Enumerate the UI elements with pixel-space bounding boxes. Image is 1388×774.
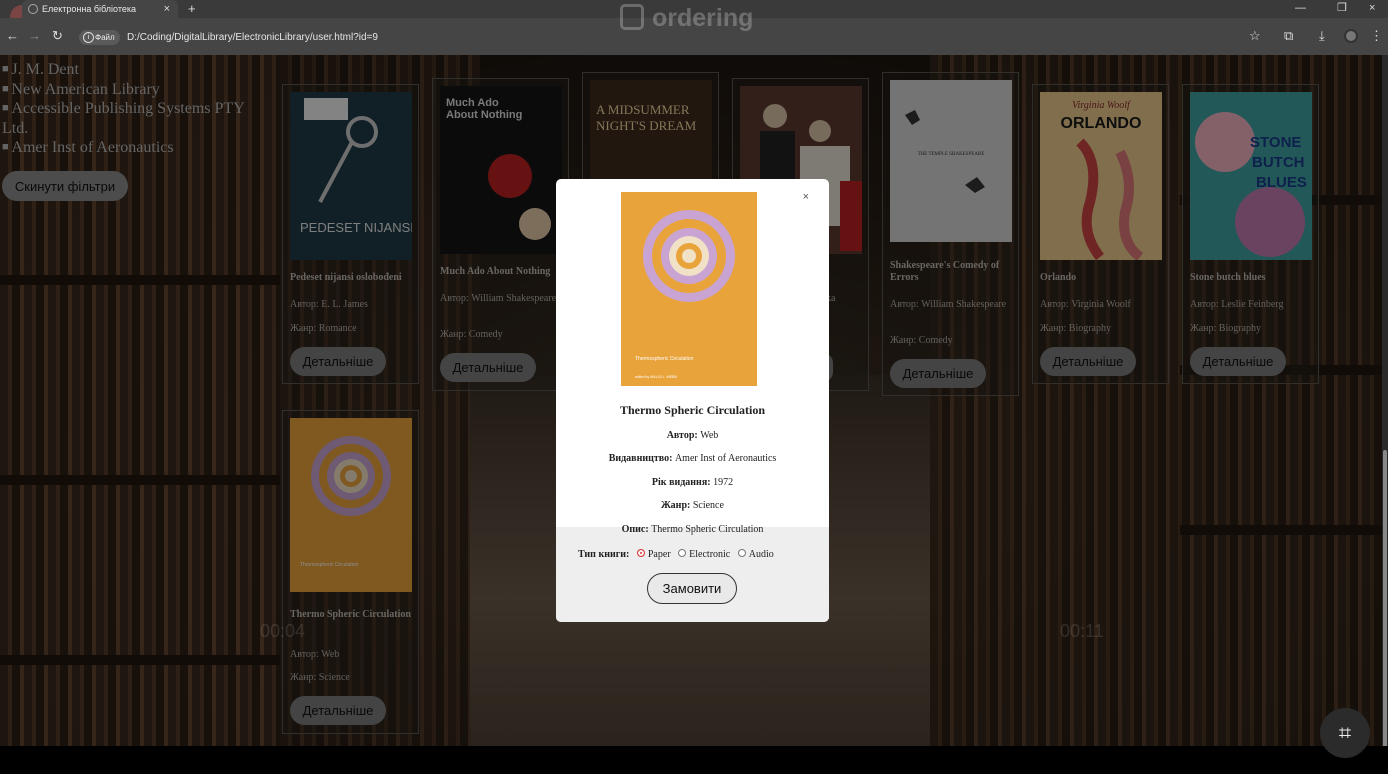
tab-close-icon[interactable]: ×	[164, 0, 170, 18]
bookmark-star-icon[interactable]: ☆	[1249, 28, 1261, 44]
modal-description-row: Опис: Thermo Spheric Circulation	[621, 524, 764, 535]
book-type-label: Тип книги:	[578, 549, 630, 560]
ordering-watermark: ordering	[620, 4, 753, 33]
radio-icon[interactable]	[678, 549, 687, 557]
modal-genre-row: Жанр: Science	[661, 500, 724, 511]
record-icon	[620, 4, 644, 30]
reload-icon[interactable]: ↻	[52, 28, 63, 44]
radio-selected-icon[interactable]	[636, 549, 645, 557]
close-icon[interactable]: ×	[803, 191, 809, 203]
modal-book-cover: Thermospheric Circulation edited by WILL…	[621, 192, 757, 386]
site-info-chip[interactable]: Файл	[79, 30, 120, 45]
modal-publisher-row: Видавництво: Amer Inst of Aeronautics	[608, 453, 777, 464]
screen-search-icon[interactable]: ⌗	[1320, 708, 1370, 758]
radio-icon[interactable]	[737, 549, 746, 557]
book-type-selector: Тип книги: Paper Electronic Audio	[578, 549, 818, 560]
modal-book-title: Thermo Spheric Circulation	[619, 403, 766, 417]
extensions-icon[interactable]: ⧉	[1284, 28, 1293, 44]
new-tab-button[interactable]: +	[188, 0, 196, 18]
menu-icon[interactable]: ⋮	[1370, 28, 1383, 44]
cover-subtext: edited by WILLIS L. WEBB	[635, 375, 677, 379]
tab-title: Електронна бібліотека	[42, 4, 137, 14]
type-option-audio[interactable]: Audio	[737, 549, 774, 560]
url-text[interactable]: D:/Coding/DigitalLibrary/ElectronicLibra…	[127, 27, 378, 48]
back-icon[interactable]: ←	[6, 28, 19, 44]
maximize-button[interactable]: ❐	[1337, 0, 1347, 16]
order-button[interactable]: Замовити	[647, 573, 737, 604]
video-time-right: 00:11	[1060, 621, 1104, 641]
globe-icon	[28, 4, 38, 14]
close-window-button[interactable]: ×	[1369, 0, 1375, 16]
type-option-electronic[interactable]: Electronic	[678, 549, 730, 560]
forward-icon[interactable]: →	[28, 28, 41, 44]
modal-year-row: Рік видання: 1972	[651, 477, 734, 488]
type-option-paper[interactable]: Paper	[636, 549, 671, 560]
profile-avatar[interactable]	[1344, 29, 1358, 43]
browser-tab[interactable]: Електронна бібліотека ×	[22, 0, 178, 18]
book-details-modal: × Thermospheric Circulation edited by WI…	[556, 179, 829, 622]
scrollbar-thumb[interactable]	[1383, 450, 1387, 774]
minimize-button[interactable]: —	[1295, 0, 1306, 16]
page-scrollbar[interactable]	[1382, 55, 1388, 774]
download-icon[interactable]: ⤓	[1319, 28, 1325, 44]
video-time-left: 00:04	[260, 621, 306, 641]
cover-text: Thermospheric Circulation	[635, 356, 694, 362]
bottom-black-bar	[0, 746, 1388, 774]
modal-author-row: Автор: Web	[666, 430, 719, 441]
